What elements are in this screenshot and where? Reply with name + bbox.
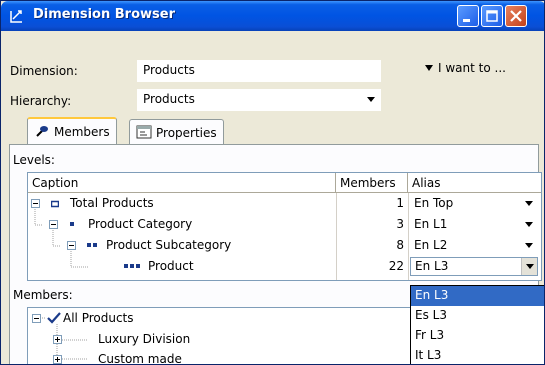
level-caption: Total Products bbox=[70, 196, 154, 210]
dimension-browser-window: Dimension Browser Dimension: Products I … bbox=[0, 0, 545, 365]
hierarchy-label: Hierarchy: bbox=[10, 94, 72, 108]
level-members-count: 1 bbox=[396, 196, 404, 210]
chevron-down-icon[interactable] bbox=[521, 258, 537, 275]
expand-icon[interactable] bbox=[53, 335, 62, 344]
members-tree: All Products Luxury Division Custom made bbox=[27, 307, 417, 365]
window-title: Dimension Browser bbox=[33, 7, 175, 22]
chevron-down-icon[interactable] bbox=[525, 222, 533, 227]
level-alias[interactable]: En L2 bbox=[410, 235, 451, 256]
dropdown-option[interactable]: It L3 bbox=[411, 346, 544, 364]
member-label: All Products bbox=[63, 311, 134, 325]
level-1-icon bbox=[70, 222, 74, 226]
member-label: Luxury Division bbox=[98, 332, 191, 346]
collapse-icon[interactable] bbox=[31, 199, 40, 208]
maximize-button[interactable] bbox=[481, 5, 503, 27]
table-row[interactable]: Total Products 1 En Top bbox=[28, 193, 541, 214]
chevron-down-icon[interactable] bbox=[525, 243, 533, 248]
levels-grid: Caption Members Alias Total Products 1 E… bbox=[27, 172, 542, 281]
collapse-icon[interactable] bbox=[67, 241, 76, 250]
member-label: Custom made bbox=[98, 352, 182, 365]
members-icon bbox=[36, 126, 48, 137]
chevron-down-icon bbox=[367, 97, 375, 102]
dropdown-option[interactable]: En L3 bbox=[411, 286, 544, 306]
column-header-members[interactable]: Members bbox=[336, 173, 408, 193]
level-3-icon bbox=[124, 264, 140, 268]
tab-properties[interactable]: Properties bbox=[129, 119, 224, 144]
tree-item[interactable]: All Products bbox=[28, 310, 416, 328]
dimension-field[interactable]: Products bbox=[137, 60, 381, 82]
dimension-browser-icon bbox=[10, 10, 22, 23]
dropdown-arrow-icon bbox=[425, 65, 433, 71]
level-caption: Product bbox=[148, 259, 194, 273]
dimension-label: Dimension: bbox=[10, 64, 78, 78]
tab-members-label: Members bbox=[54, 125, 110, 139]
collapse-icon[interactable] bbox=[32, 314, 41, 323]
hierarchy-value: Products bbox=[143, 92, 195, 106]
table-row[interactable]: Product Subcategory 8 En L2 bbox=[28, 235, 541, 256]
minimize-icon bbox=[463, 19, 470, 22]
levels-label: Levels: bbox=[13, 153, 55, 167]
table-row[interactable]: Product 22 En L3 bbox=[28, 256, 541, 277]
minimize-button[interactable] bbox=[457, 5, 479, 27]
column-header-caption[interactable]: Caption bbox=[28, 173, 336, 193]
level-members-count: 3 bbox=[396, 217, 404, 231]
alias-dropdown-list: En L3 Es L3 Fr L3 It L3 bbox=[410, 285, 544, 364]
collapse-icon[interactable] bbox=[49, 220, 58, 229]
expand-icon[interactable] bbox=[53, 355, 62, 364]
level-caption: Product Subcategory bbox=[106, 238, 232, 252]
dropdown-option[interactable]: Fr L3 bbox=[411, 326, 544, 346]
tree-item[interactable]: Custom made bbox=[28, 350, 416, 365]
dimension-value: Products bbox=[143, 63, 195, 77]
close-icon bbox=[510, 10, 522, 22]
level-top-icon bbox=[51, 200, 59, 208]
column-header-alias[interactable]: Alias bbox=[408, 173, 541, 193]
tab-properties-label: Properties bbox=[156, 126, 217, 140]
i-want-to-label: I want to ... bbox=[438, 61, 506, 75]
levels-grid-header: Caption Members Alias bbox=[28, 173, 541, 193]
alias-combo[interactable]: En L3 bbox=[410, 257, 538, 276]
checkmark-icon bbox=[47, 312, 61, 324]
level-2-icon bbox=[87, 243, 97, 247]
level-alias[interactable]: En Top bbox=[410, 193, 457, 214]
hierarchy-select[interactable]: Products bbox=[137, 89, 381, 111]
title-bar[interactable]: Dimension Browser bbox=[1, 1, 544, 31]
level-alias[interactable]: En L1 bbox=[410, 214, 451, 235]
close-button[interactable] bbox=[505, 5, 527, 27]
tree-item[interactable]: Luxury Division bbox=[28, 330, 416, 348]
tab-members[interactable]: Members bbox=[27, 117, 117, 145]
level-members-count: 8 bbox=[396, 238, 404, 252]
dropdown-option[interactable]: Es L3 bbox=[411, 306, 544, 326]
i-want-to-menu[interactable]: I want to ... bbox=[425, 61, 506, 75]
properties-icon bbox=[136, 125, 152, 139]
level-members-count: 22 bbox=[388, 259, 404, 273]
chevron-down-icon[interactable] bbox=[525, 201, 533, 206]
level-caption: Product Category bbox=[88, 217, 193, 231]
maximize-icon bbox=[486, 10, 498, 22]
members-label: Members: bbox=[13, 288, 73, 302]
alias-combo-value: En L3 bbox=[415, 259, 449, 273]
table-row[interactable]: Product Category 3 En L1 bbox=[28, 214, 541, 235]
